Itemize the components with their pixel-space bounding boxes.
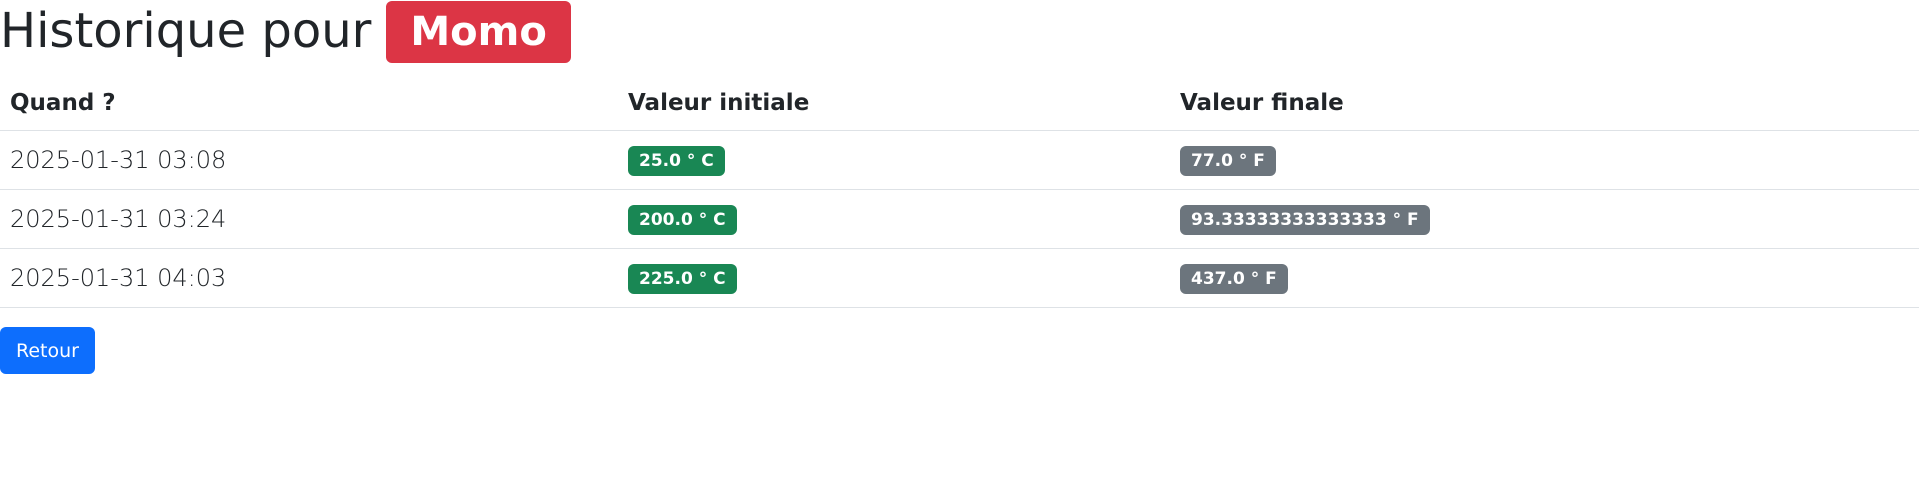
final-value-badge: 77.0 ° F	[1180, 146, 1276, 176]
cell-initial-value: 200.0 ° C	[618, 189, 1170, 249]
page-title: Historique pour Momo	[0, 0, 571, 63]
column-header-when: Quand ?	[0, 76, 618, 131]
final-value-badge: 93.33333333333333 ° F	[1180, 205, 1430, 235]
column-header-initial-value: Valeur initiale	[618, 76, 1170, 131]
page: Historique pour Momo Quand ? Valeur init…	[0, 0, 1919, 503]
final-value-badge: 437.0 ° F	[1180, 264, 1288, 294]
cell-when: 2025-01-31 03:08	[0, 130, 618, 190]
cell-when: 2025-01-31 03:24	[0, 189, 618, 249]
cell-when: 2025-01-31 04:03	[0, 248, 618, 308]
back-button[interactable]: Retour	[0, 327, 95, 374]
table-body: 2025-01-31 03:08 25.0 ° C 77.0 ° F 2025-…	[0, 130, 1919, 308]
initial-value-badge: 25.0 ° C	[628, 146, 725, 176]
cell-final-value: 93.33333333333333 ° F	[1170, 189, 1919, 249]
cell-final-value: 77.0 ° F	[1170, 130, 1919, 190]
name-badge: Momo	[386, 1, 571, 63]
initial-value-badge: 200.0 ° C	[628, 205, 737, 235]
column-header-final-value: Valeur finale	[1170, 76, 1919, 131]
history-table: Quand ? Valeur initiale Valeur finale 20…	[0, 76, 1919, 308]
initial-value-badge: 225.0 ° C	[628, 264, 737, 294]
table-header-row: Quand ? Valeur initiale Valeur finale	[0, 76, 1919, 131]
table-row: 2025-01-31 03:08 25.0 ° C 77.0 ° F	[0, 130, 1919, 190]
table-row: 2025-01-31 04:03 225.0 ° C 437.0 ° F	[0, 248, 1919, 308]
table-row: 2025-01-31 03:24 200.0 ° C 93.3333333333…	[0, 189, 1919, 249]
table-header: Quand ? Valeur initiale Valeur finale	[0, 76, 1919, 131]
page-title-label: Historique pour	[0, 3, 372, 59]
cell-final-value: 437.0 ° F	[1170, 248, 1919, 308]
cell-initial-value: 225.0 ° C	[618, 248, 1170, 308]
cell-initial-value: 25.0 ° C	[618, 130, 1170, 190]
